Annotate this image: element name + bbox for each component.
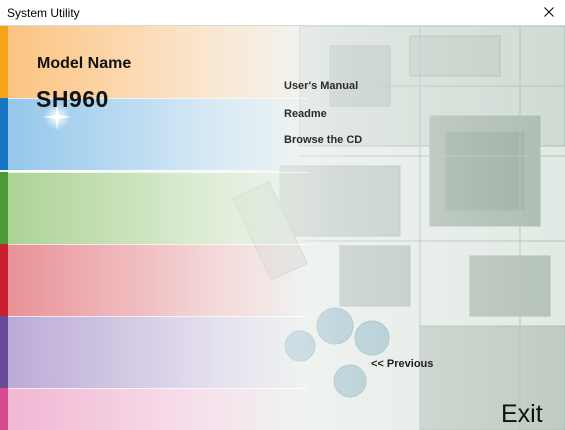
window-title: System Utility <box>7 6 80 20</box>
readme-link[interactable]: Readme <box>284 108 327 120</box>
color-strip-red <box>0 244 565 316</box>
users-manual-link[interactable]: User's Manual <box>284 80 358 92</box>
strip-divider <box>8 244 308 245</box>
strip-tab <box>0 172 8 244</box>
strip-fade <box>8 316 308 388</box>
close-button[interactable] <box>531 0 565 25</box>
close-icon <box>544 7 554 17</box>
strip-fade <box>8 388 308 430</box>
strip-tab <box>0 244 8 316</box>
title-bar: System Utility <box>0 0 565 26</box>
color-strip-green <box>0 172 565 244</box>
strip-divider <box>8 172 308 173</box>
strip-tab <box>0 26 8 98</box>
strip-tab <box>0 316 8 388</box>
color-strip-pink <box>0 388 565 430</box>
browse-cd-link[interactable]: Browse the CD <box>284 134 362 146</box>
strip-divider <box>8 316 308 317</box>
system-utility-window: System Utility Model Name SH960 User's M… <box>0 0 565 430</box>
strip-divider <box>8 388 308 389</box>
previous-button[interactable]: << Previous <box>371 358 433 370</box>
strip-tab <box>0 98 8 170</box>
strip-tab <box>0 388 8 430</box>
model-name-value: SH960 <box>36 86 109 112</box>
strip-fade <box>8 172 308 244</box>
model-name-label: Model Name <box>37 55 132 72</box>
exit-button[interactable]: Exit <box>501 400 543 429</box>
strip-fade <box>8 244 308 316</box>
color-strip-purple <box>0 316 565 388</box>
main-panel: Model Name SH960 User's Manual Readme Br… <box>0 26 565 430</box>
